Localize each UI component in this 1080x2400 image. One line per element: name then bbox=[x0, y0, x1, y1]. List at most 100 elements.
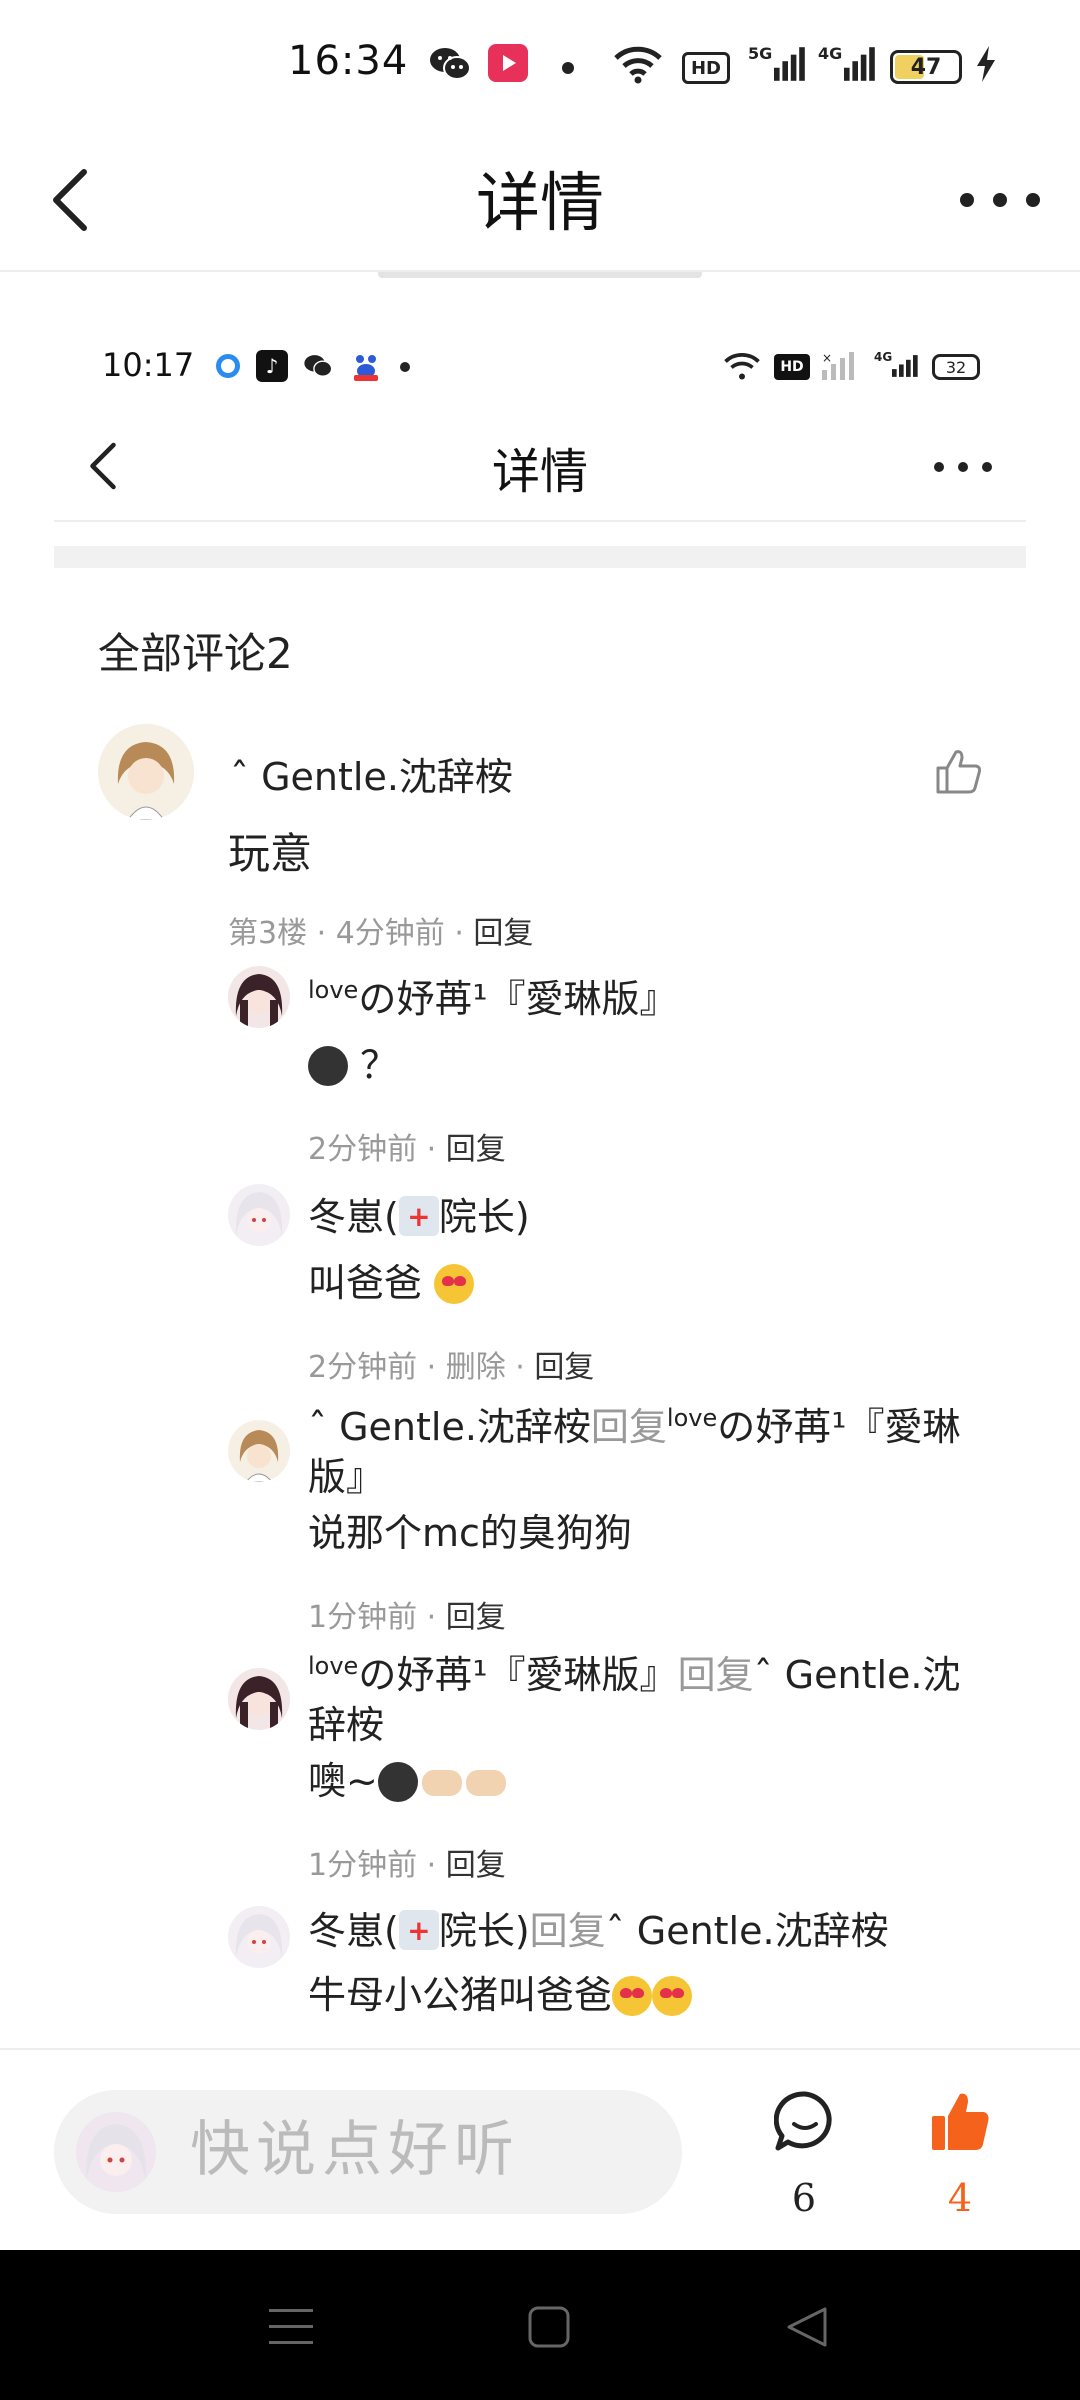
reply-time: 2分钟前 · 删除 · bbox=[308, 1350, 535, 1385]
comment-text: 玩意 bbox=[228, 829, 313, 878]
reply-text: 噢~ bbox=[308, 1756, 506, 1806]
comment-author[interactable]: ˆ Gentle.沈辞桉 bbox=[230, 746, 513, 801]
heart-eyes-emoji-icon bbox=[652, 1976, 693, 2016]
reply-link[interactable]: 回复 bbox=[473, 916, 533, 951]
page-title: 详情 bbox=[476, 167, 604, 241]
svg-text:×: × bbox=[822, 352, 832, 365]
bottom-action-bar: 快说点好听的 6 4 bbox=[0, 2048, 1080, 2250]
avatar[interactable] bbox=[228, 966, 290, 1028]
heart-eyes-emoji-icon bbox=[434, 1264, 475, 1304]
reply-to-label: 回复 bbox=[677, 1653, 754, 1697]
reply-text-content: 噢~ bbox=[308, 1759, 378, 1803]
top-header: 详情 bbox=[0, 130, 1080, 272]
inner-status-time: 10:17 bbox=[102, 346, 195, 384]
reply-author-name: の妤苒¹『愛琳版』 bbox=[358, 1653, 678, 1697]
comment-meta: 第3楼 · 4分钟前 · 回复 bbox=[228, 908, 533, 952]
reply-time: 1分钟前 · bbox=[308, 1600, 446, 1635]
signal-4g-label: 4G bbox=[818, 44, 843, 63]
wechat-icon bbox=[302, 350, 334, 382]
avatar[interactable] bbox=[228, 1420, 290, 1482]
reply-meta: 2分钟前 · 删除 · 回复 bbox=[308, 1342, 594, 1386]
more-dot-icon bbox=[982, 462, 992, 472]
more-dot-icon bbox=[1026, 193, 1040, 207]
reply-text: ？ bbox=[308, 1040, 398, 1090]
battery-icon: 47 bbox=[890, 50, 962, 84]
hd-voice-icon: HD bbox=[774, 354, 810, 380]
reply-item: 冬崽(院长) 叫爸爸 2分钟前 · 删除 · 回复 bbox=[228, 1184, 988, 1386]
signal-5g-label: 5G bbox=[748, 44, 773, 63]
square-home-icon bbox=[528, 2306, 570, 2348]
menu-button[interactable] bbox=[256, 2292, 326, 2362]
inner-header: 详情 bbox=[54, 412, 1026, 522]
douyin-icon: ♪ bbox=[256, 350, 288, 382]
wifi-icon bbox=[612, 44, 664, 84]
reply-author[interactable]: loveの妤苒¹『愛琳版』 bbox=[308, 974, 988, 1024]
thumbs-up-icon[interactable] bbox=[934, 746, 984, 796]
thumbs-up-icon bbox=[932, 2093, 989, 2150]
dark-face-emoji-icon bbox=[308, 1046, 348, 1086]
video-app-icon bbox=[488, 44, 528, 82]
inner-signal-4g-label: 4G bbox=[874, 350, 893, 364]
scroll-handle bbox=[378, 272, 702, 278]
triangle-back-icon bbox=[787, 2307, 827, 2347]
reply-text: 牛母小公猪叫爸爸 bbox=[308, 1970, 693, 2020]
comment-input-placeholder: 快说点好听的 bbox=[190, 2115, 520, 2185]
reply-time: 2分钟前 · bbox=[308, 1132, 446, 1167]
hospital-icon bbox=[398, 1192, 439, 1242]
reply-text: 说那个mc的臭狗狗 bbox=[308, 1511, 632, 1555]
charging-icon bbox=[972, 44, 1000, 84]
reply-author[interactable]: ˆ Gentle.沈辞桉回复loveの妤苒¹『愛琳版』 bbox=[308, 1402, 988, 1502]
reply-target-name: ˆ Gentle.沈辞桉 bbox=[605, 1909, 889, 1953]
battery-icon: 32 bbox=[932, 354, 980, 380]
inner-more-options-button[interactable] bbox=[934, 452, 992, 482]
notification-dot-icon bbox=[400, 362, 410, 372]
inner-page-title: 详情 bbox=[491, 444, 588, 500]
like-count-button[interactable]: 4 bbox=[900, 2090, 1020, 2230]
status-bar: 16:34 HD 5G 4G 47 bbox=[0, 0, 1080, 130]
signal-4g-icon: 4G bbox=[874, 350, 920, 382]
reply-link[interactable]: 回复 bbox=[446, 1848, 506, 1883]
more-dot-icon bbox=[993, 193, 1007, 207]
reply-item: 冬崽(院长)回复ˆ Gentle.沈辞桉 牛母小公猪叫爸爸 bbox=[228, 1906, 988, 2046]
avatar[interactable] bbox=[228, 1184, 290, 1246]
more-options-button[interactable] bbox=[960, 170, 1040, 230]
menu-icon bbox=[269, 2309, 313, 2344]
more-dot-icon bbox=[958, 462, 968, 472]
avatar[interactable] bbox=[228, 1668, 290, 1730]
reply-time: 1分钟前 · bbox=[308, 1848, 446, 1883]
avatar[interactable] bbox=[228, 1906, 290, 1968]
reply-to-label: 回复 bbox=[529, 1909, 606, 1953]
reply-author-name: 冬崽( bbox=[308, 1195, 399, 1239]
reply-link[interactable]: 回复 bbox=[446, 1600, 506, 1635]
wifi-icon bbox=[722, 350, 762, 382]
reply-meta: 1分钟前 · 回复 bbox=[308, 1840, 506, 1884]
pointing-hand-icon bbox=[421, 1770, 462, 1796]
reply-author-name: 冬崽( bbox=[308, 1909, 399, 1953]
battery-level: 47 bbox=[910, 54, 942, 80]
comment-count-button[interactable]: 6 bbox=[744, 2090, 864, 2230]
notification-dot-icon bbox=[562, 62, 574, 74]
reply-item: loveの妤苒¹『愛琳版』回复ˆ Gentle.沈辞桉 噢~ 1分钟前 · 回复 bbox=[228, 1650, 988, 1883]
reply-author[interactable]: 冬崽( 院长) bbox=[308, 1192, 988, 1242]
reply-author[interactable]: 冬崽(院长)回复ˆ Gentle.沈辞桉 bbox=[308, 1906, 988, 1956]
back-nav-button[interactable] bbox=[772, 2292, 842, 2362]
comment-input[interactable]: 快说点好听的 bbox=[54, 2090, 682, 2214]
reply-author-suffix: 院长) bbox=[438, 1195, 530, 1239]
reply-author-sup: love bbox=[308, 976, 359, 1004]
reply-author[interactable]: loveの妤苒¹『愛琳版』回复ˆ Gentle.沈辞桉 bbox=[308, 1650, 988, 1750]
home-button[interactable] bbox=[514, 2292, 584, 2362]
like-count: 4 bbox=[947, 2176, 973, 2220]
signal-5g-icon: 5G bbox=[748, 44, 806, 84]
comments-section-title: 全部评论2 bbox=[98, 629, 293, 678]
reply-item: ˆ Gentle.沈辞桉回复loveの妤苒¹『愛琳版』 说那个mc的臭狗狗 1分… bbox=[228, 1402, 988, 1635]
reply-link[interactable]: 回复 bbox=[446, 1132, 506, 1167]
comment-count: 6 bbox=[791, 2176, 817, 2220]
wechat-icon bbox=[428, 44, 472, 84]
signal-off-icon: × bbox=[822, 350, 858, 382]
reply-text-content: 牛母小公猪叫爸爸 bbox=[308, 1973, 613, 2017]
comment-floor-time: 第3楼 · 4分钟前 · bbox=[228, 916, 474, 951]
more-dot-icon bbox=[960, 193, 974, 207]
reply-link[interactable]: 回复 bbox=[534, 1350, 594, 1385]
comment-bubble-icon bbox=[774, 2091, 832, 2151]
avatar[interactable] bbox=[98, 724, 194, 820]
